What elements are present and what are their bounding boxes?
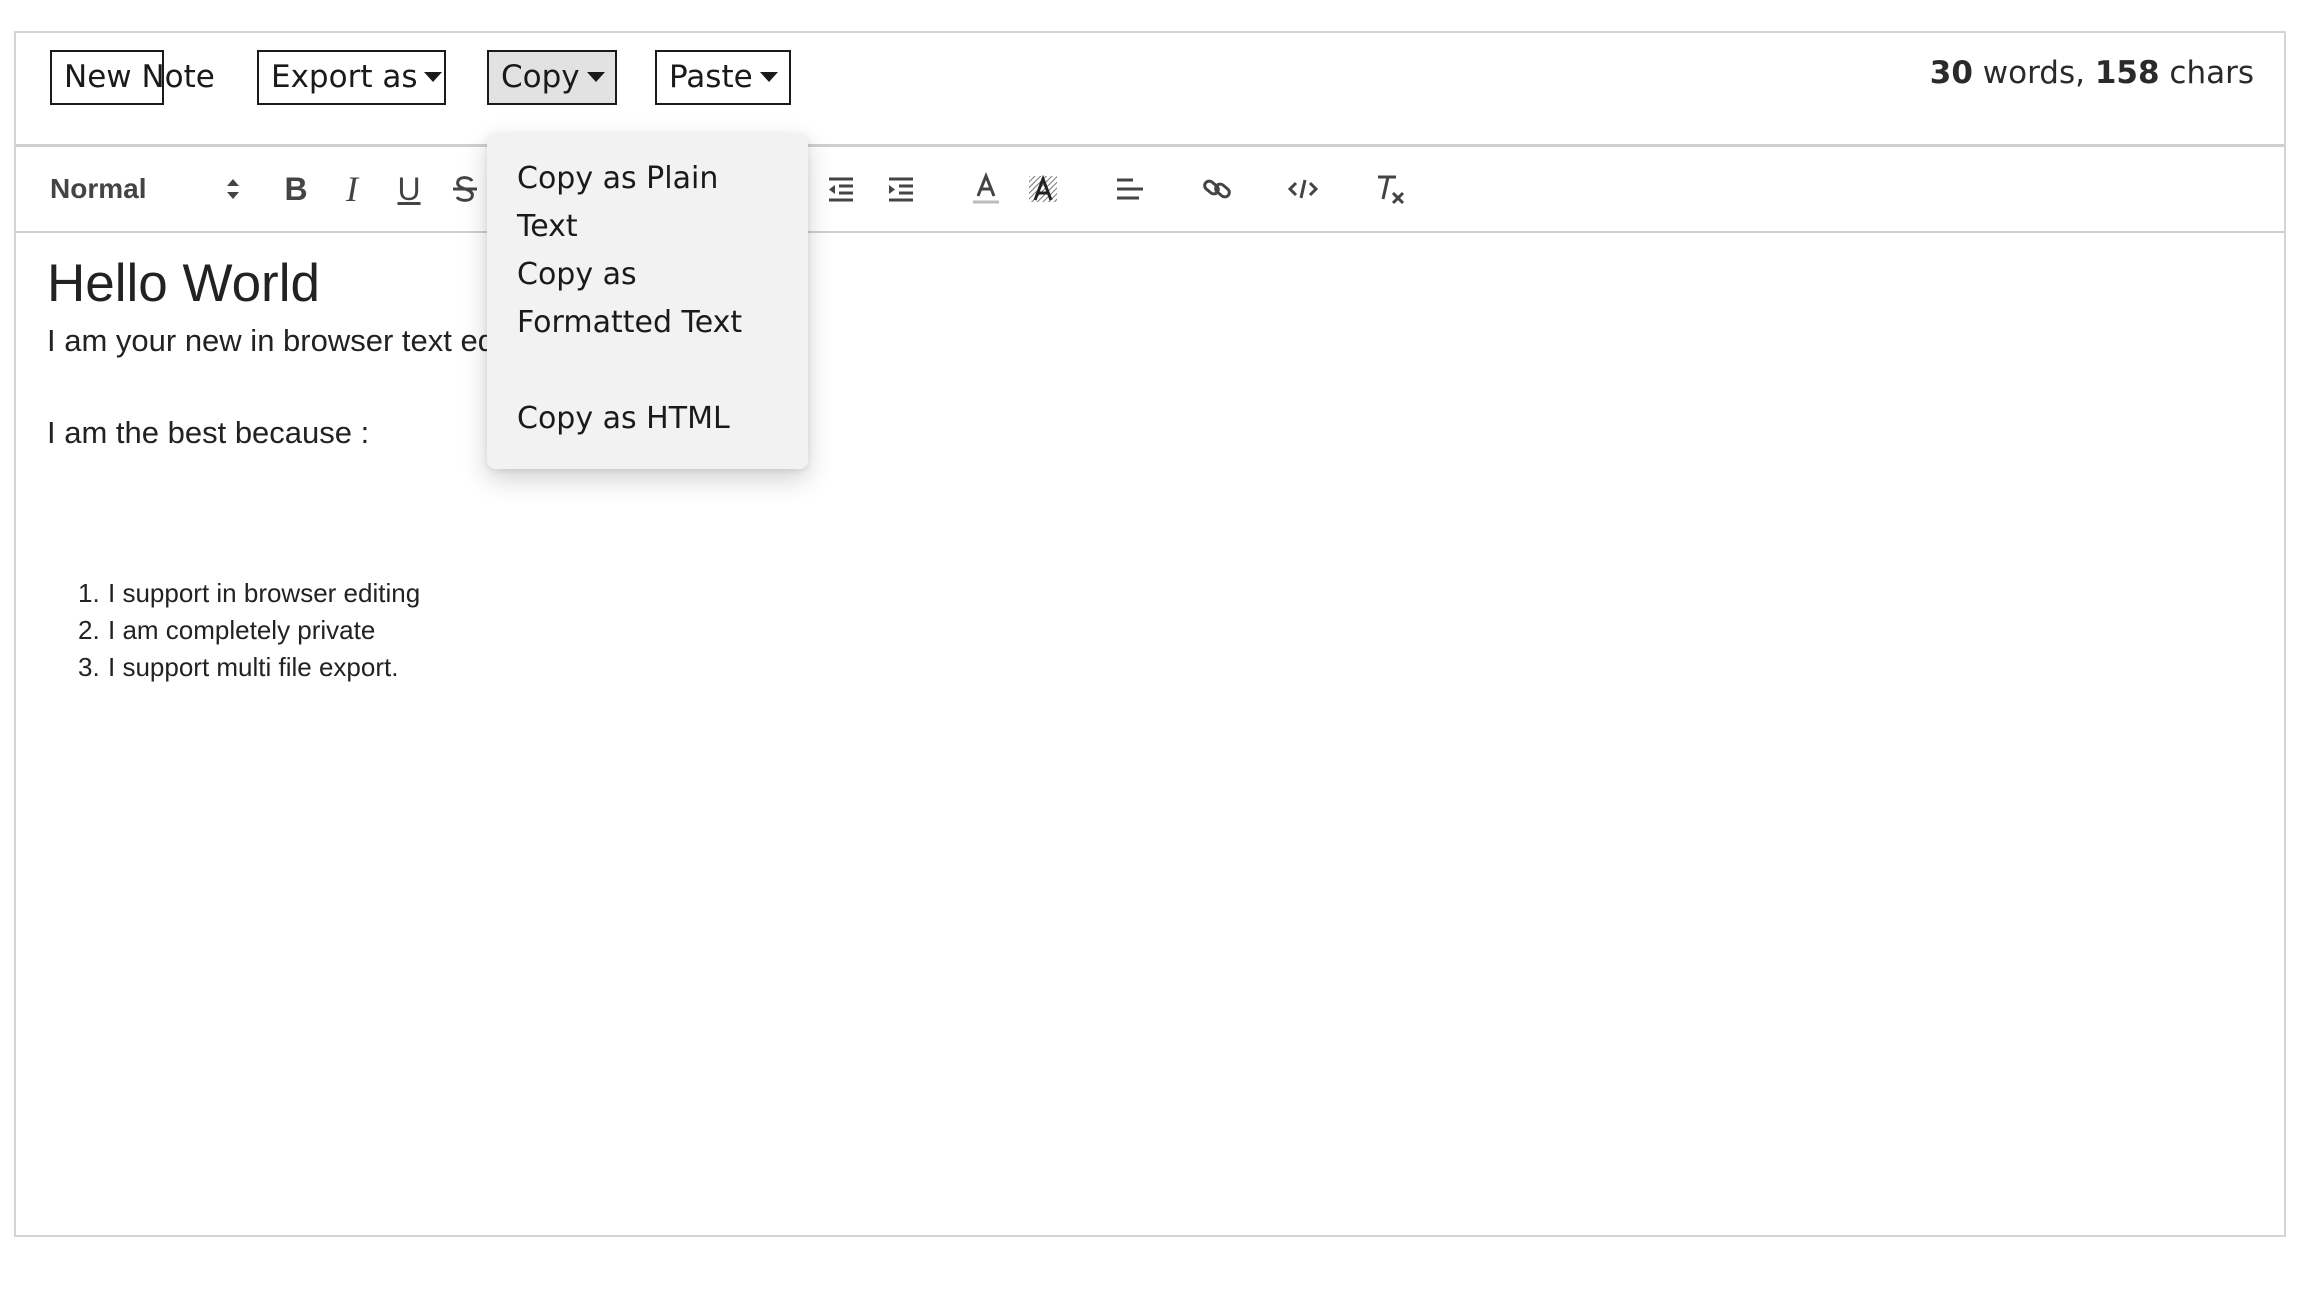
copy-button[interactable]: Copy <box>487 50 617 105</box>
formatting-toolbar: Normal B I U <box>16 147 2284 233</box>
words-suffix: words, <box>1972 55 2095 91</box>
paragraph-reasons: I am the best because : <box>47 415 370 450</box>
outdent-icon <box>829 177 853 202</box>
export-as-button[interactable]: Export as <box>257 50 446 105</box>
list-item-text: I am completely private <box>108 615 376 645</box>
bold-icon: B <box>284 170 308 207</box>
underline-button[interactable]: U <box>385 165 433 213</box>
indent-button[interactable] <box>877 165 925 213</box>
chars-suffix: chars <box>2159 55 2254 91</box>
word-count: 30 <box>1929 55 1973 91</box>
list-item-text: I support multi file export. <box>108 652 399 682</box>
copy-label: Copy <box>501 59 580 95</box>
ordered-list: 1. I support in browser editing 2. I am co… <box>78 575 420 686</box>
copy-as-plain-text-item[interactable]: Copy as Plain Text <box>517 155 787 251</box>
italic-icon: I <box>346 169 358 209</box>
list-item-text: I support in browser editing <box>108 578 421 608</box>
chevron-down-icon <box>759 71 778 82</box>
select-arrows-icon <box>227 179 239 199</box>
list-item: 1. I support in browser editing <box>78 575 420 612</box>
bold-button[interactable]: B <box>272 165 320 213</box>
copy-as-html-item[interactable]: Copy as HTML <box>517 395 787 443</box>
underline-icon: U <box>397 170 421 207</box>
paragraph-intro: I am your new in browser text editor. <box>47 323 545 358</box>
copy-dropdown-menu: Copy as Plain Text Copy as Formatted Tex… <box>487 133 808 469</box>
text-color-icon <box>973 172 999 204</box>
clear-formatting-icon <box>1378 175 1405 205</box>
heading: Hello World <box>47 254 320 313</box>
clear-formatting-button[interactable] <box>1366 165 1414 213</box>
header-size-select[interactable]: Normal <box>50 167 240 211</box>
strikethrough-button[interactable] <box>441 165 489 213</box>
strikethrough-icon <box>453 176 477 202</box>
paste-button[interactable]: Paste <box>655 50 791 105</box>
list-item: 2. I am completely private <box>78 612 420 649</box>
code-icon <box>1287 179 1319 199</box>
list-item-number: 2. <box>78 615 100 645</box>
chevron-down-icon <box>586 71 605 82</box>
editor-content[interactable]: Hello World I am your new in browser tex… <box>16 233 2284 1235</box>
outdent-button[interactable] <box>817 165 865 213</box>
header-size-value: Normal <box>50 173 147 204</box>
word-char-count: 30 words, 158 chars <box>1930 55 2254 91</box>
text-color-button[interactable] <box>962 165 1010 213</box>
export-as-label: Export as <box>271 59 418 95</box>
paste-label: Paste <box>669 59 753 95</box>
italic-button[interactable]: I <box>328 165 376 213</box>
align-left-icon <box>1117 178 1143 200</box>
new-note-button[interactable]: New Note <box>50 50 215 105</box>
background-color-button[interactable] <box>1019 165 1067 213</box>
link-icon <box>1203 179 1231 199</box>
list-item-number: 3. <box>78 652 100 682</box>
list-item-number: 1. <box>78 578 100 608</box>
align-button[interactable] <box>1106 165 1154 213</box>
link-button[interactable] <box>1193 165 1241 213</box>
top-bar: New Note Export as Copy Paste 30 words, … <box>16 33 2284 147</box>
indent-icon <box>889 177 913 202</box>
chevron-down-icon <box>424 71 443 82</box>
code-block-button[interactable] <box>1279 165 1327 213</box>
copy-as-formatted-text-item[interactable]: Copy as Formatted Text <box>517 251 787 347</box>
highlight-color-icon <box>1029 174 1057 202</box>
editor-app: New Note Export as Copy Paste 30 words, … <box>14 31 2286 1237</box>
char-count: 158 <box>2094 55 2160 91</box>
list-item: 3. I support multi file export. <box>78 649 420 686</box>
new-note-label: New Note <box>64 59 215 95</box>
